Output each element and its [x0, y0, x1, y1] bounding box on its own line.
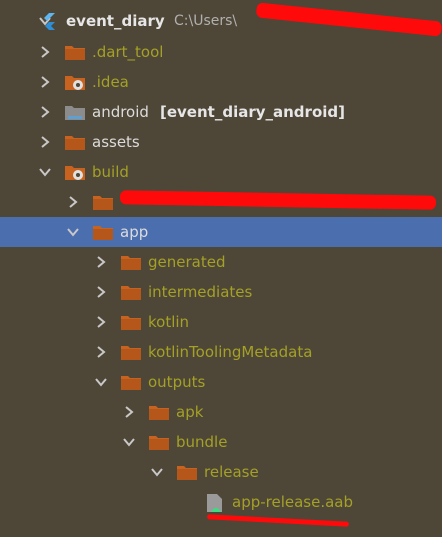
- folder-icon: [176, 463, 198, 481]
- tree-row-build[interactable]: build: [0, 157, 442, 187]
- chevron-right-icon[interactable]: [94, 255, 108, 269]
- tree-row-app[interactable]: app: [0, 217, 442, 247]
- chevron-right-icon[interactable]: [66, 195, 80, 209]
- chevron-down-icon[interactable]: [94, 375, 108, 389]
- tree-item-label: bundle: [176, 433, 228, 451]
- tree-item-label: kotlinToolingMetadata: [148, 343, 313, 361]
- tree-row-generated[interactable]: generated: [0, 247, 442, 277]
- chevron-right-icon[interactable]: [94, 345, 108, 359]
- folder-icon: [120, 343, 142, 361]
- project-name: event_diary: [66, 12, 165, 30]
- tree-row-android[interactable]: android [event_diary_android]: [0, 97, 442, 127]
- tree-row-intermediates[interactable]: intermediates: [0, 277, 442, 307]
- tree-row-apk[interactable]: apk: [0, 397, 442, 427]
- tree-row-kotlin[interactable]: kotlin: [0, 307, 442, 337]
- tree-row-release[interactable]: release: [0, 457, 442, 487]
- chevron-down-icon[interactable]: [122, 435, 136, 449]
- chevron-right-icon[interactable]: [38, 45, 52, 59]
- tree-row-outputs[interactable]: outputs: [0, 367, 442, 397]
- tree-row-idea[interactable]: .idea: [0, 67, 442, 97]
- folder-icon: [120, 283, 142, 301]
- folder-icon: [148, 433, 170, 451]
- tree-item-label: release: [204, 463, 259, 481]
- project-tree: event_diary C:\Users\ .dart_tool .idea and…: [0, 0, 442, 537]
- module-folder-icon: [64, 103, 86, 121]
- tree-item-label: .dart_tool: [92, 43, 164, 61]
- chevron-right-icon[interactable]: [38, 105, 52, 119]
- tree-item-label: android: [92, 103, 149, 121]
- tree-item-label: apk: [176, 403, 204, 421]
- android-bundle-file-icon: [204, 493, 226, 512]
- folder-icon: [64, 133, 86, 151]
- folder-icon: [92, 193, 114, 211]
- project-path: C:\Users\: [174, 13, 238, 29]
- tree-item-label: app-release.aab: [232, 493, 354, 511]
- chevron-right-icon[interactable]: [94, 315, 108, 329]
- tree-row-bundle[interactable]: bundle: [0, 427, 442, 457]
- chevron-right-icon[interactable]: [94, 285, 108, 299]
- tree-item-label: app: [120, 223, 149, 241]
- tree-item-label: intermediates: [148, 283, 253, 301]
- chevron-right-icon[interactable]: [38, 135, 52, 149]
- tree-row-dart-tool[interactable]: .dart_tool: [0, 37, 442, 67]
- chevron-down-icon[interactable]: [66, 225, 80, 239]
- tree-item-label: outputs: [148, 373, 206, 391]
- tree-row-assets[interactable]: assets: [0, 127, 442, 157]
- tree-item-label: assets: [92, 133, 140, 151]
- chevron-down-icon[interactable]: [150, 465, 164, 479]
- tree-item-label: .idea: [92, 73, 129, 91]
- module-name-label: [event_diary_android]: [160, 103, 345, 121]
- folder-icon: [64, 43, 86, 61]
- folder-icon: [92, 223, 114, 241]
- folder-icon: [148, 403, 170, 421]
- folder-icon: [120, 253, 142, 271]
- settings-folder-icon: [64, 163, 86, 181]
- chevron-down-icon[interactable]: [38, 165, 52, 179]
- tree-item-label: build: [92, 163, 129, 181]
- tree-row-kotlintoolingmetadata[interactable]: kotlinToolingMetadata: [0, 337, 442, 367]
- chevron-right-icon[interactable]: [122, 405, 136, 419]
- tree-item-label: generated: [148, 253, 226, 271]
- chevron-right-icon[interactable]: [38, 75, 52, 89]
- settings-folder-icon: [64, 73, 86, 91]
- flutter-icon: [40, 12, 62, 30]
- tree-item-label: kotlin: [148, 313, 190, 331]
- folder-icon: [120, 373, 142, 391]
- tree-row-app-release-aab[interactable]: app-release.aab: [0, 487, 442, 517]
- folder-icon: [120, 313, 142, 331]
